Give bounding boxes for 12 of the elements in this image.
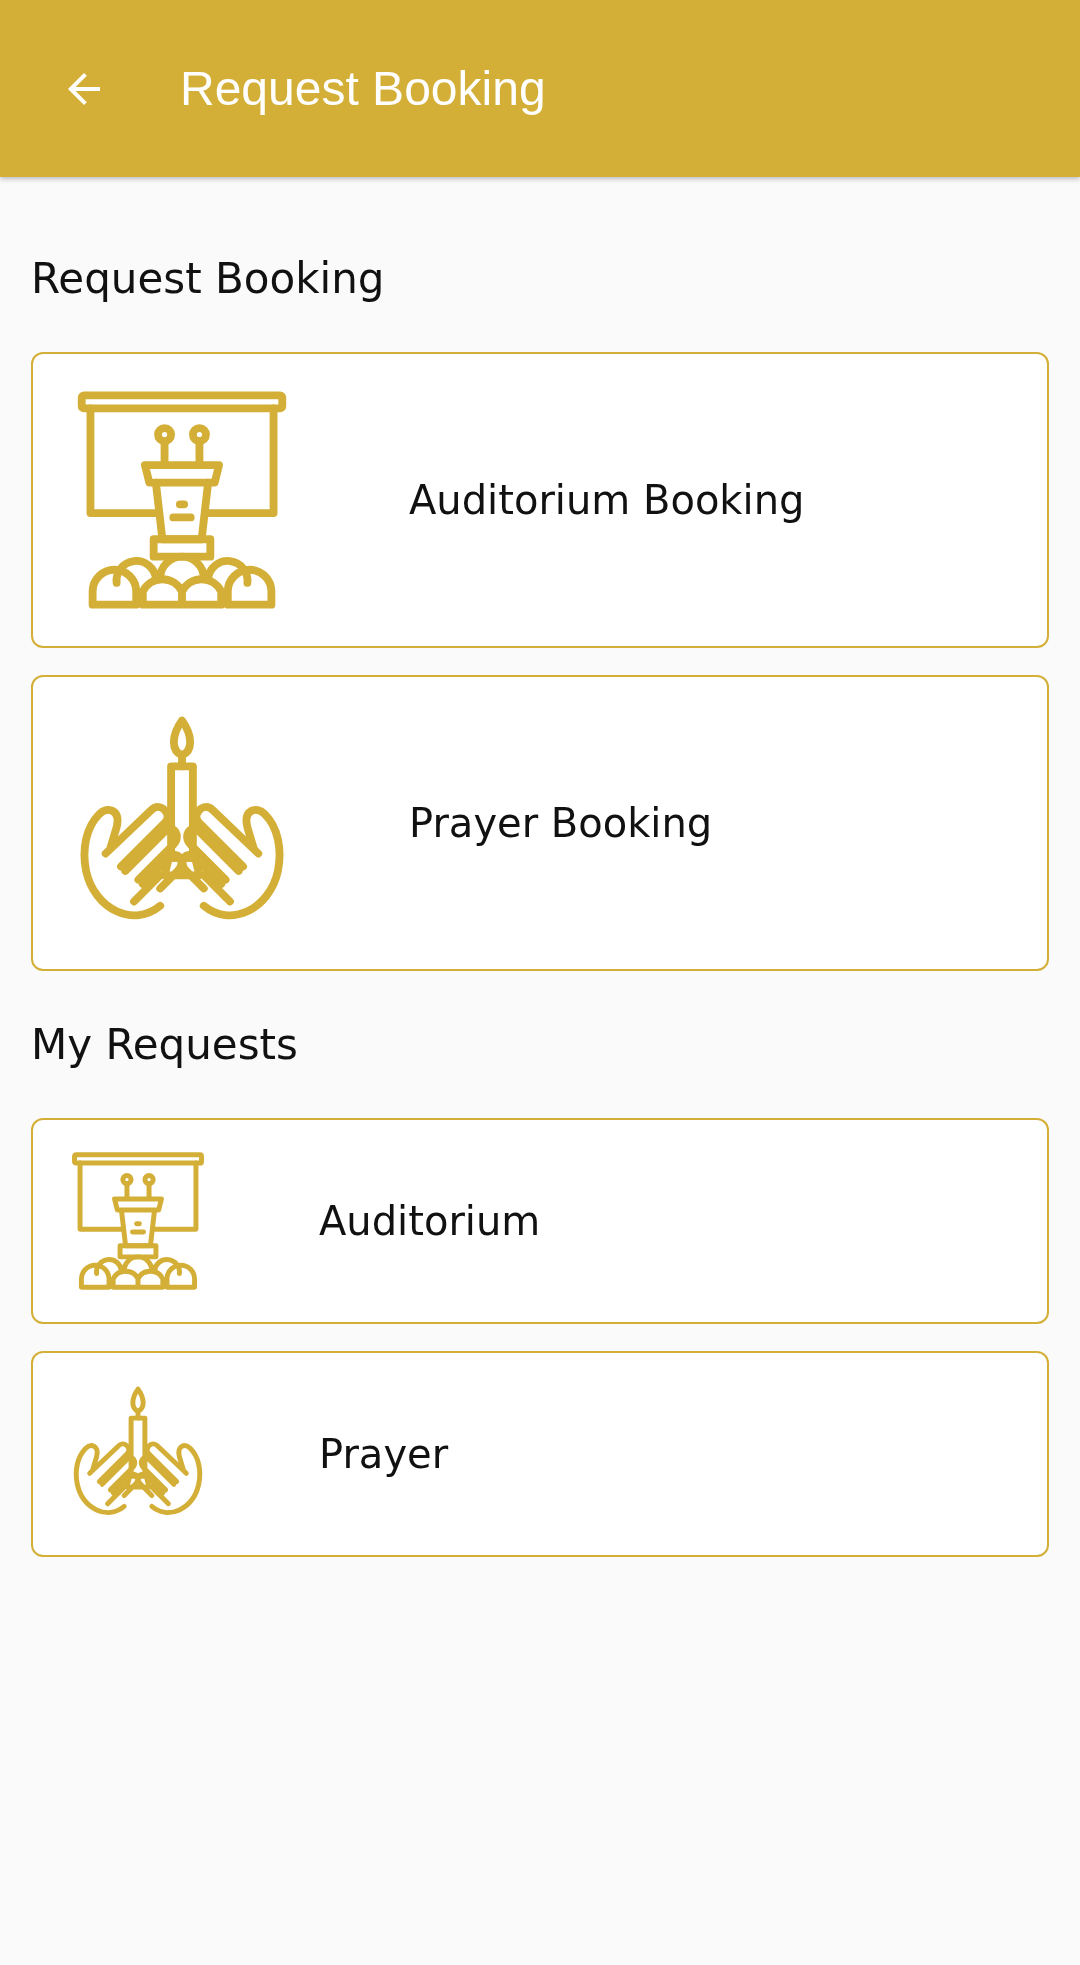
auditorium-podium-icon	[69, 1152, 207, 1290]
section-heading: Request Booking	[31, 253, 386, 305]
screen-title: Request Booking	[180, 61, 546, 116]
booking-card[interactable]: Auditorium Booking	[31, 352, 1049, 648]
card-label: Prayer Booking	[409, 800, 713, 846]
card-label: Prayer	[319, 1431, 449, 1477]
card-label: Auditorium Booking	[409, 477, 805, 523]
booking-card[interactable]: Prayer	[31, 1351, 1049, 1557]
booking-card[interactable]: Auditorium	[31, 1118, 1049, 1324]
booking-card[interactable]: Prayer Booking	[31, 675, 1049, 971]
card-label: Auditorium	[319, 1198, 541, 1244]
section-heading: My Requests	[31, 1019, 299, 1071]
